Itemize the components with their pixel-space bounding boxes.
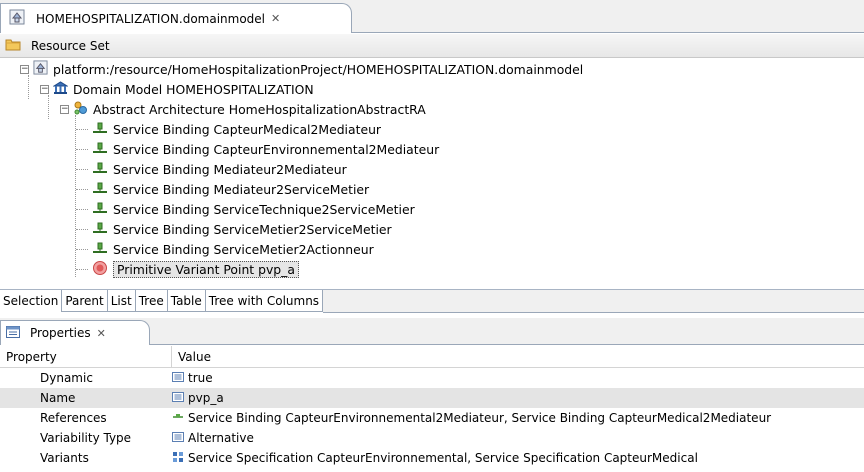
- tree-guide-line: [76, 209, 88, 210]
- tree-item-service-binding[interactable]: Service Binding Mediateur2Mediateur: [92, 159, 347, 179]
- tree-item-label: Service Binding Mediateur2Mediateur: [113, 161, 347, 177]
- tree-item-service-binding[interactable]: Service Binding Mediateur2ServiceMetier: [92, 179, 369, 199]
- tree-item-service-binding[interactable]: Service Binding ServiceMetier2ServiceMet…: [92, 219, 392, 239]
- properties-header: Property Value: [0, 346, 864, 368]
- tree-item-label: Service Binding CapteurMedical2Mediateur: [113, 121, 382, 137]
- tree-item-label: Service Binding ServiceMetier2Actionneur: [113, 241, 374, 257]
- tab-selection[interactable]: Selection: [0, 290, 63, 312]
- tree-guide-line: [76, 169, 88, 170]
- resource-set-icon: [5, 37, 21, 54]
- property-name: Name: [40, 391, 76, 405]
- tree-item-label: Service Binding Mediateur2ServiceMetier: [113, 181, 370, 197]
- editor-page-tabs: Selection Parent List Tree Table Tree wi…: [0, 289, 864, 313]
- property-name: Dynamic: [40, 371, 93, 385]
- tree-item-label: Service Binding ServiceTechnique2Service…: [113, 201, 415, 217]
- service-binding-icon: [92, 182, 108, 197]
- tree-guide-line: [76, 189, 88, 190]
- domainmodel-file-icon: [33, 60, 48, 78]
- tab-strip-filler: [323, 290, 864, 313]
- tab-parent[interactable]: Parent: [62, 290, 108, 312]
- domainmodel-file-icon: [9, 9, 25, 28]
- service-binding-icon: [92, 142, 108, 157]
- tree-guide-line: [76, 229, 88, 230]
- tab-list[interactable]: List: [107, 290, 136, 312]
- property-value: Service Specification CapteurEnvironneme…: [188, 451, 698, 465]
- service-binding-icon: [92, 122, 108, 137]
- properties-table: Property Value Dynamic true Name pvp_a R…: [0, 346, 864, 468]
- tree-item-label: platform:/resource/HomeHospitalizationPr…: [53, 61, 584, 77]
- collapse-icon[interactable]: −: [20, 64, 29, 74]
- tree-item-service-binding[interactable]: Service Binding CapteurEnvironnemental2M…: [92, 139, 439, 159]
- tree-item-service-binding[interactable]: Service Binding ServiceTechnique2Service…: [92, 199, 415, 219]
- property-name: Variants: [40, 451, 89, 465]
- property-name: References: [40, 411, 107, 425]
- tab-tree-with-columns[interactable]: Tree with Columns: [205, 290, 324, 312]
- tree-item-resource[interactable]: − platform:/resource/HomeHospitalization…: [20, 59, 583, 79]
- text-value-icon: [172, 371, 184, 385]
- binding-icon: [172, 411, 184, 425]
- tree-guide-line: [76, 149, 88, 150]
- tree-item-label: Domain Model HOMEHOSPITALIZATION: [73, 81, 314, 97]
- tree-guide-line: [76, 269, 88, 270]
- close-icon[interactable]: ✕: [97, 327, 106, 340]
- tree-item-label: Service Binding ServiceMetier2ServiceMet…: [113, 221, 392, 237]
- properties-icon: [6, 325, 20, 341]
- column-header-property[interactable]: Property: [0, 346, 172, 367]
- tree-item-architecture[interactable]: − Abstract Architecture HomeHospitalizat…: [60, 99, 426, 119]
- model-tree[interactable]: − platform:/resource/HomeHospitalization…: [0, 59, 864, 288]
- properties-tab[interactable]: Properties ✕: [0, 320, 150, 345]
- property-value: Service Binding CapteurEnvironnemental2M…: [188, 411, 772, 425]
- tab-table[interactable]: Table: [167, 290, 206, 312]
- property-row-variants[interactable]: Variants Service Specification CapteurEn…: [0, 448, 864, 468]
- properties-tab-title: Properties: [30, 326, 91, 340]
- property-row-references[interactable]: References Service Binding CapteurEnviro…: [0, 408, 864, 428]
- service-binding-icon: [92, 242, 108, 257]
- property-value: Alternative: [188, 431, 254, 445]
- editor-tab[interactable]: HOMEHOSPITALIZATION.domainmodel ✕: [0, 3, 352, 33]
- tree-guide-line: [76, 249, 88, 250]
- tree-item-label: Primitive Variant Point pvp_a: [113, 260, 299, 278]
- properties-tab-bar: Properties ✕: [0, 318, 864, 345]
- text-value-icon: [172, 431, 184, 445]
- service-spec-icon: [172, 451, 184, 466]
- column-header-value[interactable]: Value: [172, 350, 211, 364]
- close-icon[interactable]: ✕: [271, 12, 280, 25]
- text-value-icon: [172, 391, 184, 405]
- editor-tab-bar: HOMEHOSPITALIZATION.domainmodel ✕: [0, 0, 864, 33]
- tree-item-label: Service Binding CapteurEnvironnemental2M…: [113, 141, 440, 157]
- service-binding-icon: [92, 222, 108, 237]
- collapse-icon[interactable]: −: [60, 104, 69, 114]
- tree-item-service-binding[interactable]: Service Binding ServiceMetier2Actionneur: [92, 239, 374, 259]
- property-row-variability-type[interactable]: Variability Type Alternative: [0, 428, 864, 448]
- resource-set-header: Resource Set: [0, 34, 864, 58]
- architecture-icon: [73, 101, 88, 118]
- property-row-dynamic[interactable]: Dynamic true: [0, 368, 864, 388]
- property-row-name[interactable]: Name pvp_a: [0, 388, 864, 408]
- resource-set-label: Resource Set: [31, 38, 110, 53]
- tab-tree[interactable]: Tree: [135, 290, 168, 312]
- collapse-icon[interactable]: −: [40, 84, 49, 94]
- service-binding-icon: [92, 202, 108, 217]
- service-binding-icon: [92, 162, 108, 177]
- property-value: true: [188, 371, 213, 385]
- tree-guide-line: [76, 129, 88, 130]
- variant-point-icon: [92, 260, 108, 279]
- tree-item-label: Abstract Architecture HomeHospitalizatio…: [93, 101, 426, 117]
- property-value: pvp_a: [188, 391, 224, 405]
- tree-item-service-binding[interactable]: Service Binding CapteurMedical2Mediateur: [92, 119, 381, 139]
- tree-guide-line: [75, 115, 76, 277]
- property-name: Variability Type: [40, 431, 132, 445]
- tree-item-variant-point[interactable]: Primitive Variant Point pvp_a: [92, 259, 299, 279]
- domain-model-icon: [52, 80, 69, 98]
- editor-tab-title: HOMEHOSPITALIZATION.domainmodel: [36, 11, 266, 26]
- tree-item-domain-model[interactable]: − Domain Model HOMEHOSPITALIZATION: [40, 79, 314, 99]
